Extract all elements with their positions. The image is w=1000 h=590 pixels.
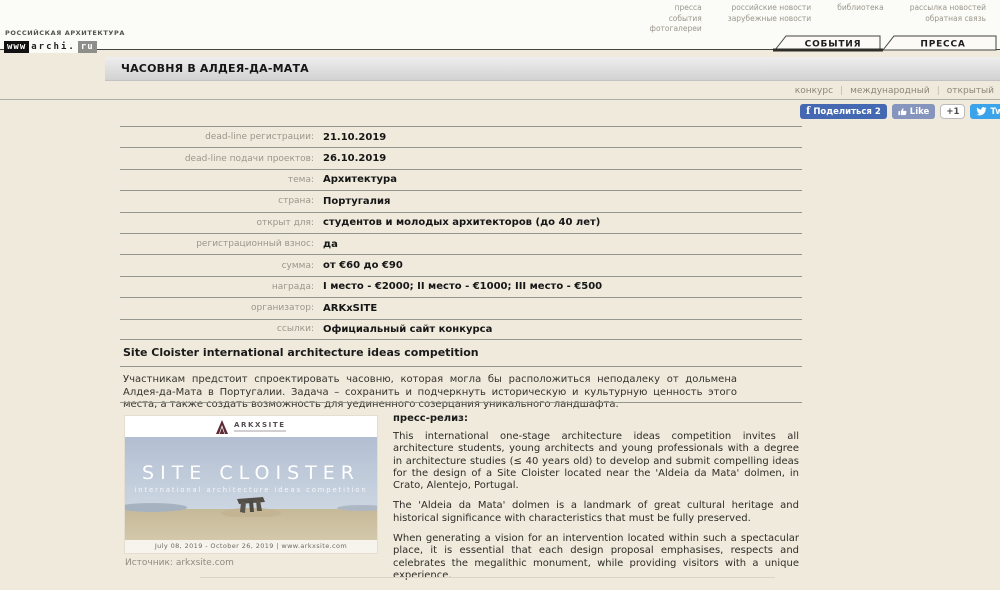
table-row: регистрационный взнос: да — [120, 233, 802, 254]
table-row: ссылки: Официальный сайт конкурса — [120, 319, 802, 340]
plus-one-label: +1 — [946, 107, 959, 117]
tab-press-label[interactable]: ПРЕССА — [920, 40, 965, 50]
subnav-divider — [0, 99, 1000, 100]
subnav-open[interactable]: открытый — [947, 86, 994, 96]
competition-details-table: dead-line регистрации: 21.10.2019 dead-l… — [120, 126, 802, 340]
detail-label: dead-line регистрации: — [120, 132, 323, 142]
detail-label: открыт для: — [120, 218, 323, 228]
facebook-icon: f — [806, 106, 810, 117]
article-intro: Участникам предстоит спроектировать часо… — [123, 374, 737, 412]
menu-column-contact: рассылка новостей обратная связь — [910, 4, 986, 34]
menu-link-pressa[interactable]: пресса — [675, 4, 702, 13]
subnav-international[interactable]: международный — [850, 86, 930, 96]
poster-brand-block: ARKXSITE — [234, 421, 286, 432]
subnav-separator: | — [937, 86, 940, 96]
press-release-paragraph: When generating a vision for an interven… — [393, 533, 799, 582]
like-button[interactable]: Like — [892, 104, 936, 119]
menu-link-sobytiya[interactable]: события — [669, 15, 702, 24]
footer-divider — [200, 577, 775, 578]
facebook-share-count: 2 — [875, 107, 881, 117]
menu-link-fotogalerei[interactable]: фотогалереи — [650, 25, 702, 34]
page-title-bar: ЧАСОВНЯ В АЛДЕЯ-ДА-МАТА — [105, 57, 1000, 81]
menu-column-press: пресса события фотогалереи — [650, 4, 702, 34]
detail-value: I место - €2000; II место - €1000; III м… — [323, 281, 602, 292]
facebook-share-label: Поделиться — [813, 107, 872, 117]
detail-label: сумма: — [120, 261, 323, 271]
source-label: Источник: — [125, 558, 173, 568]
detail-value: от €60 до €90 — [323, 260, 403, 271]
detail-label: dead-line подачи проектов: — [120, 154, 323, 164]
detail-label: тема: — [120, 175, 323, 185]
logo-www: www — [4, 41, 29, 53]
detail-label: страна: — [120, 196, 323, 206]
poster-brand-name: ARKXSITE — [234, 421, 286, 429]
press-release: пресс-релиз: This international one-stag… — [393, 413, 799, 590]
like-label: Like — [910, 107, 930, 117]
poster-brand-tagline — [234, 430, 286, 432]
menu-link-library[interactable]: библиотека — [837, 4, 884, 13]
table-row: организатор: ARKxSITE — [120, 297, 802, 318]
top-menu: пресса события фотогалереи российские но… — [650, 4, 986, 34]
menu-link-foreign-news[interactable]: зарубежные новости — [728, 15, 811, 24]
tweet-button[interactable]: Tweet — [970, 104, 1000, 119]
dolmen-illustration — [219, 491, 283, 517]
detail-label: регистрационный взнос: — [120, 239, 323, 249]
arkxsite-logo-icon — [216, 420, 228, 434]
detail-label: награда: — [120, 282, 323, 292]
menu-link-feedback[interactable]: обратная связь — [925, 15, 986, 24]
menu-column-library: библиотека — [837, 4, 884, 34]
source-link[interactable]: arkxsite.com — [176, 558, 234, 568]
table-row: dead-line подачи проектов: 26.10.2019 — [120, 147, 802, 168]
twitter-bird-icon — [976, 107, 987, 116]
menu-link-newsletter[interactable]: рассылка новостей — [910, 4, 986, 13]
poster-dates: July 08, 2019 - October 26, 2019 | www.a… — [125, 540, 377, 553]
table-row: dead-line регистрации: 21.10.2019 — [120, 126, 802, 147]
detail-value: 26.10.2019 — [323, 153, 386, 164]
tab-events-label[interactable]: СОБЫТИЯ — [805, 40, 862, 50]
detail-value: Португалия — [323, 196, 390, 207]
poster-header: ARKXSITE — [125, 416, 377, 437]
logo-tld: ru — [78, 41, 97, 53]
detail-label: ссылки: — [120, 324, 323, 334]
facebook-share-button[interactable]: f Поделиться 2 — [800, 104, 887, 119]
competition-poster-image[interactable]: ARKXSITE SITE CLOISTER international arc… — [125, 416, 377, 553]
heading-divider — [120, 366, 802, 367]
detail-value: 21.10.2019 — [323, 132, 386, 143]
logo-domain: archi. — [29, 41, 78, 53]
social-bar: f Поделиться 2 Like +1 Tweet — [800, 104, 992, 119]
section-tabs: СОБЫТИЯ ПРЕССА — [700, 34, 1000, 53]
site-logo[interactable]: wwwarchi.ru — [4, 41, 97, 53]
detail-value: да — [323, 239, 338, 250]
detail-value: ARKxSITE — [323, 303, 377, 314]
table-row: награда: I место - €2000; II место - €10… — [120, 276, 802, 297]
source-line: Источник: arkxsite.com — [125, 558, 234, 568]
detail-value: Архитектура — [323, 174, 397, 185]
detail-value: студентов и молодых архитекторов (до 40 … — [323, 217, 600, 228]
subnav-konkurs[interactable]: конкурс — [795, 86, 833, 96]
subnav-separator: | — [840, 86, 843, 96]
competition-subnav: конкурс | международный | открытый — [795, 86, 994, 96]
official-site-link[interactable]: Официальный сайт конкурса — [323, 324, 492, 335]
menu-link-russian-news[interactable]: российские новости — [731, 4, 811, 13]
press-release-paragraph: This international one-stage architectur… — [393, 431, 799, 492]
table-row: страна: Португалия — [120, 190, 802, 211]
thumbs-up-icon — [898, 107, 907, 116]
site-name: РОССИЙСКАЯ АРХИТЕКТУРА — [5, 29, 125, 37]
detail-label: организатор: — [120, 303, 323, 313]
menu-column-news: российские новости зарубежные новости — [728, 4, 811, 34]
table-row: открыт для: студентов и молодых архитект… — [120, 212, 802, 233]
press-release-label: пресс-релиз: — [393, 413, 799, 424]
poster-photo: SITE CLOISTER international architecture… — [125, 437, 377, 553]
article-heading: Site Cloister international architecture… — [123, 346, 479, 359]
poster-title: SITE CLOISTER — [125, 462, 377, 484]
google-plus-one-button[interactable]: +1 — [940, 104, 965, 119]
table-row: тема: Архитектура — [120, 169, 802, 190]
tweet-label: Tweet — [990, 107, 1000, 117]
intro-divider — [120, 402, 802, 403]
page-title: ЧАСОВНЯ В АЛДЕЯ-ДА-МАТА — [121, 62, 309, 75]
press-release-paragraph: The 'Aldeia da Mata' dolmen is a landmar… — [393, 500, 799, 525]
table-row: сумма: от €60 до €90 — [120, 254, 802, 275]
